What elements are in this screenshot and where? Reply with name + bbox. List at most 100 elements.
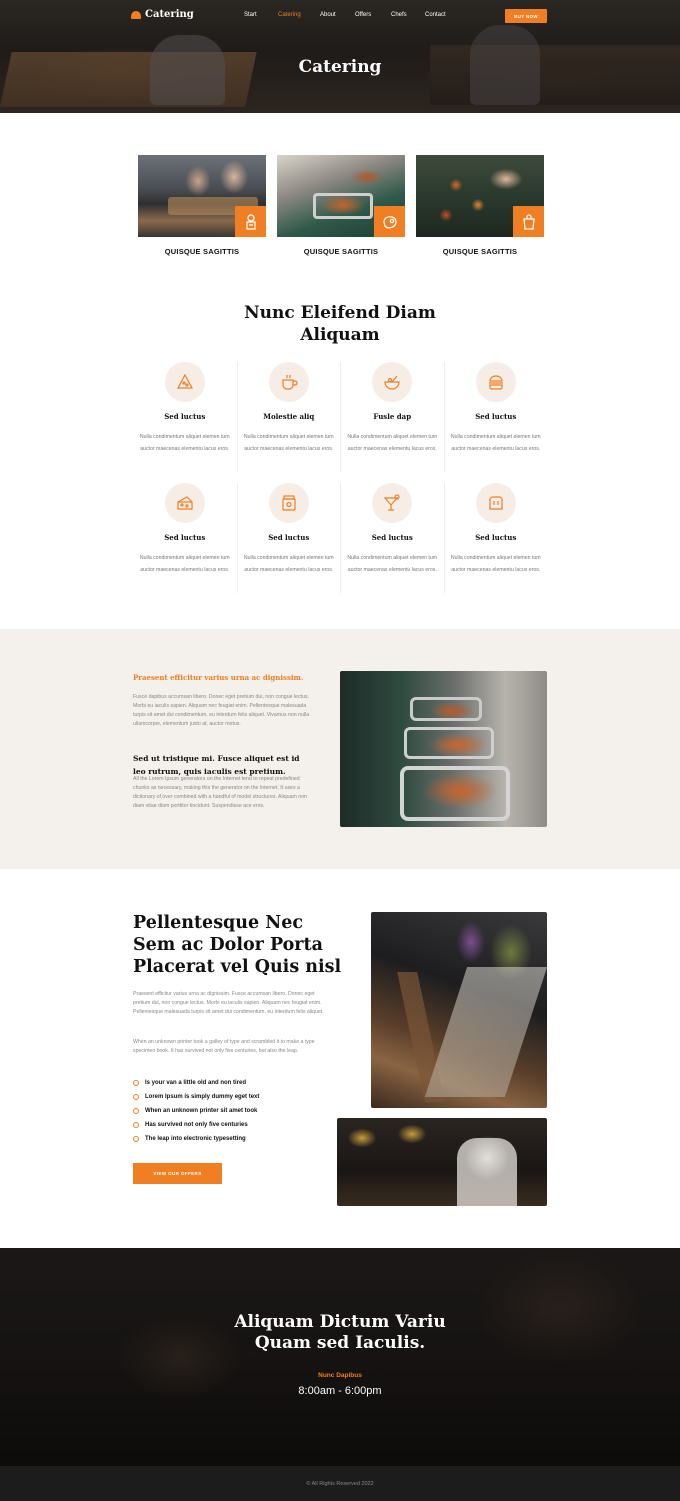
nav-item-offers[interactable]: Offers (355, 12, 391, 18)
offers-paragraph: When an unknown printer took a galley of… (133, 1039, 315, 1054)
bullet-icon (133, 1094, 139, 1100)
bullet-icon (133, 1108, 139, 1114)
canapes-image (416, 155, 544, 237)
features-title-line: Nunc Eleifend Diam (244, 303, 436, 323)
features-title: Nunc Eleifend Diam Aliquam (0, 302, 680, 346)
features-title-line: Aliquam (300, 325, 380, 345)
page-title: Catering (298, 57, 382, 77)
view-offers-button[interactable]: VIEW OUR OFFERS (133, 1163, 222, 1184)
list-item: The leap into electronic typesetting (133, 1132, 259, 1146)
service-card[interactable]: QUISQUE SAGITTIS (138, 155, 266, 256)
feature-item: Molestie aliq Nulla condimentum aliquet … (236, 362, 341, 472)
banner-title-line: Quam sed Iaculis. (254, 1333, 426, 1353)
service-tag (235, 206, 266, 237)
feature-desc: Nulla condimentum aliquet elemen tum auc… (243, 434, 334, 452)
hero-section: Catering Start Catering About Offers Che… (0, 0, 680, 113)
banner-title: Aliquam Dictum Variu Quam sed Iaculis. (0, 1312, 680, 1354)
bullet-icon (133, 1122, 139, 1128)
feature-title: Sed luctus (475, 412, 517, 421)
jar-icon (282, 495, 296, 511)
service-tag (374, 206, 405, 237)
footer: © All Rights Reserved 2022 (0, 1466, 680, 1501)
nav-item-chefs[interactable]: Chefs (391, 12, 425, 18)
shopping-bag-icon (522, 213, 535, 230)
nav-menu: Start Catering About Offers Chefs Contac… (244, 12, 455, 18)
steak-icon (382, 215, 397, 228)
list-item: Lorem Ipsum is simply dummy eget text (133, 1090, 259, 1104)
feature-desc: Nulla condimentum aliquet elemen tum auc… (139, 434, 230, 452)
about-paragraph: Fusce dapibus accumsan libero. Donec ege… (133, 694, 310, 727)
feature-desc: Nulla condimentum aliquet elemen tum auc… (450, 555, 541, 573)
nav-item-about[interactable]: About (320, 12, 355, 18)
chef-icon (245, 213, 256, 230)
copyright-text: © All Rights Reserved 2022 (306, 1480, 374, 1487)
brand-logo[interactable]: Catering (131, 9, 194, 20)
feature-title: Sed luctus (268, 533, 310, 542)
coffee-cup-icon (282, 375, 298, 390)
feature-icon-circle (268, 362, 309, 402)
bowl-icon (384, 375, 400, 390)
feature-item: Sed luctus Nulla condimentum aliquet ele… (133, 483, 237, 593)
service-card[interactable]: QUISQUE SAGITTIS (416, 155, 544, 256)
nav-item-catering[interactable]: Catering (278, 12, 320, 18)
feature-item: Sed luctus Nulla condimentum aliquet ele… (443, 483, 548, 593)
feature-title: Sed luctus (475, 533, 517, 542)
feature-icon-circle (475, 362, 516, 402)
feature-desc: Nulla condimentum aliquet elemen tum auc… (347, 434, 438, 452)
opening-hours: 8:00am - 6:00pm (298, 1385, 382, 1397)
chef-hat-icon (131, 10, 141, 19)
hours-banner (0, 1248, 680, 1466)
list-item-text: The leap into electronic typesetting (145, 1136, 246, 1142)
offers-title: Pellentesque Nec Sem ac Dolor Porta Plac… (133, 913, 342, 977)
feature-icon-circle (372, 362, 413, 402)
banquet-table-image (371, 912, 547, 1108)
service-card[interactable]: QUISQUE SAGITTIS (277, 155, 405, 256)
offers-list: Is your van a little old and non tired L… (133, 1076, 259, 1146)
feature-desc: Nulla condimentum aliquet elemen tum auc… (139, 555, 230, 573)
kitchen-chefs-image (138, 155, 266, 237)
cocktail-icon (383, 494, 400, 511)
cheese-icon (177, 496, 193, 510)
buffet-trays-image (277, 155, 405, 237)
list-item: Has survived not only five centuries (133, 1118, 259, 1132)
list-item: When an unknown printer sit amet took (133, 1104, 259, 1118)
nav-item-contact[interactable]: Contact (425, 12, 455, 18)
feature-icon-circle (164, 483, 205, 523)
brand-name: Catering (145, 9, 194, 20)
feature-item: Sed luctus Nulla condimentum aliquet ele… (236, 483, 341, 593)
service-caption: QUISQUE SAGITTIS (164, 247, 240, 256)
about-kicker: Praesent efficitur varius urna ac dignis… (133, 673, 304, 682)
service-caption: QUISQUE SAGITTIS (303, 247, 379, 256)
feature-item: Sed luctus Nulla condimentum aliquet ele… (340, 483, 444, 593)
feature-desc: Nulla condimentum aliquet elemen tum auc… (347, 555, 438, 573)
list-item-text: Lorem Ipsum is simply dummy eget text (145, 1094, 260, 1100)
burger-icon (488, 375, 503, 390)
features-grid-row-1: Sed luctus Nulla condimentum aliquet ele… (133, 362, 547, 472)
service-tag (513, 206, 544, 237)
feature-icon-circle (164, 362, 205, 402)
feature-title: Sed luctus (371, 533, 413, 542)
main-nav: Catering Start Catering About Offers Che… (0, 0, 680, 33)
list-item-text: When an unknown printer sit amet took (145, 1108, 258, 1114)
feature-icon-circle (475, 483, 516, 523)
feature-item: Sed luctus Nulla condimentum aliquet ele… (443, 362, 548, 472)
nav-item-start[interactable]: Start (244, 12, 278, 18)
feature-icon-circle (372, 483, 413, 523)
feature-title: Molestie aliq (263, 412, 315, 421)
features-grid-row-2: Sed luctus Nulla condimentum aliquet ele… (133, 483, 547, 593)
bullet-icon (133, 1080, 139, 1086)
feature-item: Sed luctus Nulla condimentum aliquet ele… (133, 362, 237, 472)
feature-desc: Nulla condimentum aliquet elemen tum auc… (243, 555, 334, 573)
chef-cooking-image (337, 1118, 547, 1206)
bullet-icon (133, 1136, 139, 1142)
list-item-text: Has survived not only five centuries (145, 1122, 248, 1128)
feature-icon-circle (268, 483, 309, 523)
pizza-slice-icon (176, 373, 193, 389)
banner-overlay (0, 1248, 680, 1466)
services-row: QUISQUE SAGITTIS QUISQUE SAGITTIS QUISQU… (138, 155, 544, 256)
list-item: Is your van a little old and non tired (133, 1076, 259, 1090)
buy-now-button[interactable]: BUY NOW (505, 9, 547, 23)
banner-kicker: Nunc Dapibus (318, 1372, 362, 1379)
service-caption: QUISQUE SAGITTIS (442, 247, 518, 256)
banner-title-line: Aliquam Dictum Variu (234, 1312, 446, 1332)
